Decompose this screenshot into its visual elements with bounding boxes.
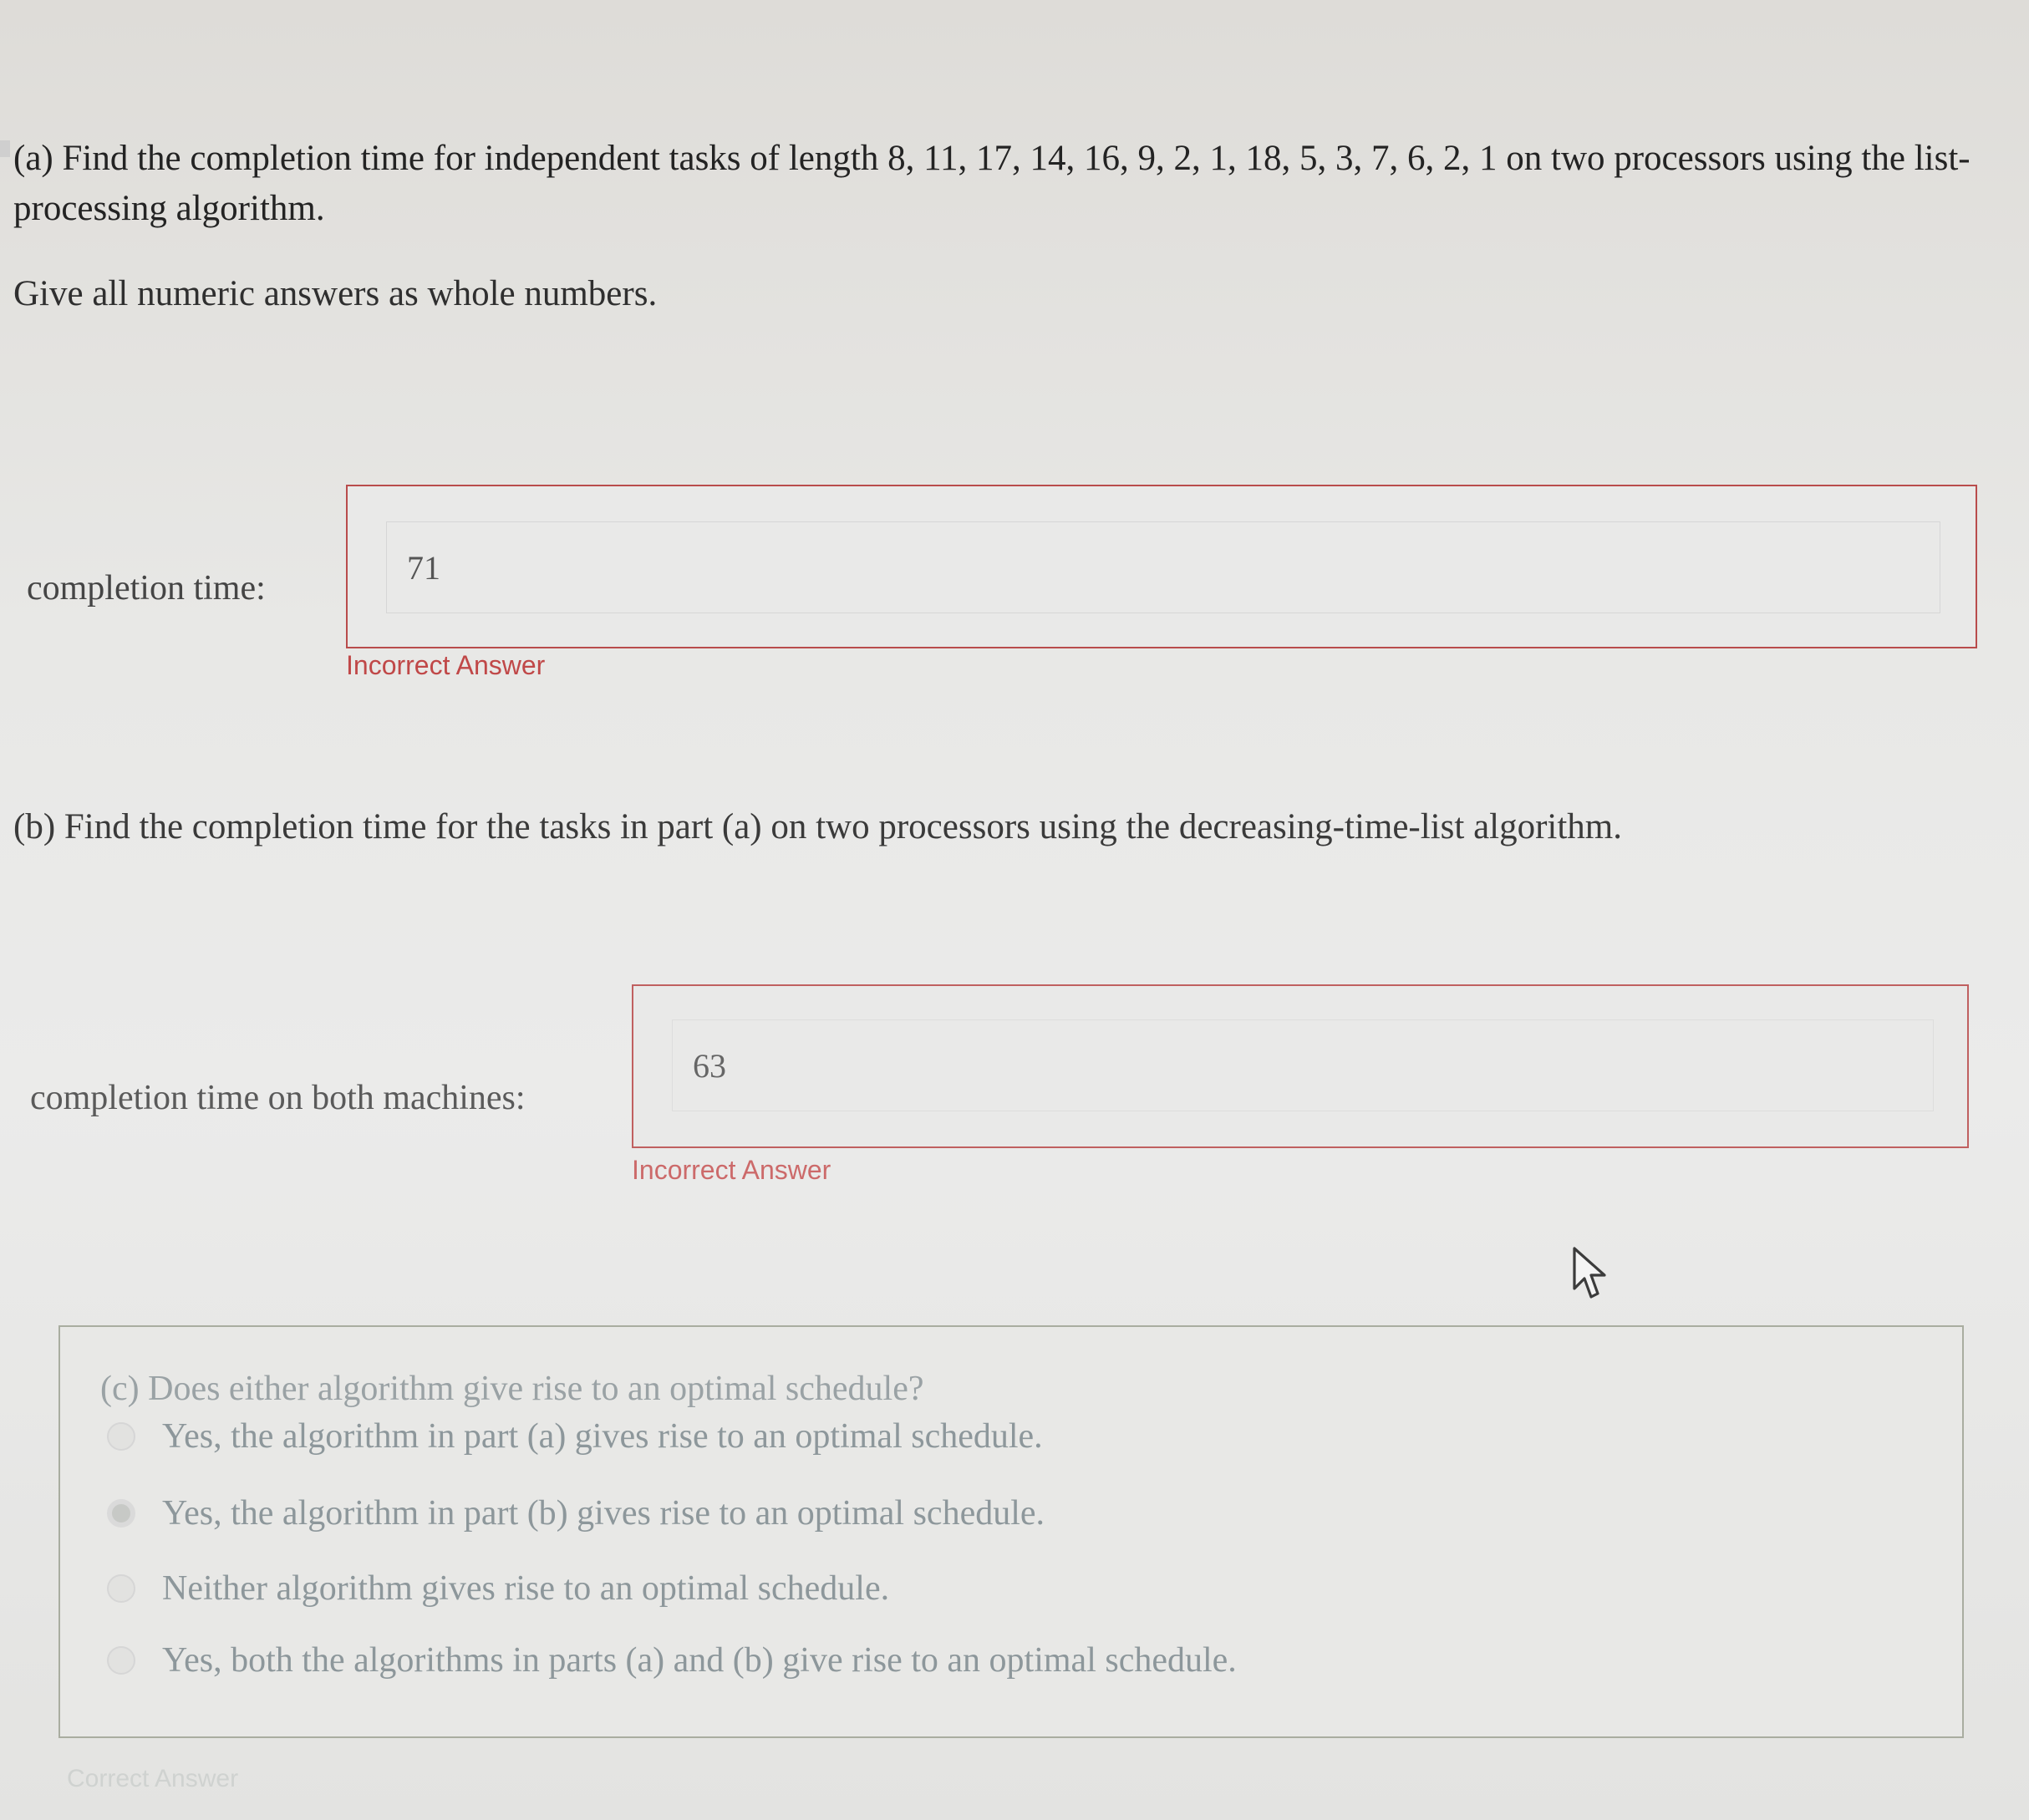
part-b-answer-box xyxy=(632,984,1969,1148)
part-a-answer-box xyxy=(346,485,1977,648)
radio-button[interactable] xyxy=(107,1574,135,1603)
radio-button[interactable] xyxy=(107,1646,135,1675)
radio-button-selected[interactable] xyxy=(107,1499,135,1528)
question-page: (a) Find the completion time for indepen… xyxy=(0,0,2029,1820)
part-c-option-c[interactable]: Neither algorithm gives rise to an optim… xyxy=(107,1559,889,1618)
part-b-answer-label: completion time on both machines: xyxy=(30,1079,526,1117)
part-b-completion-time-input[interactable] xyxy=(672,1019,1934,1111)
part-c-panel: (c) Does either algorithm give rise to a… xyxy=(58,1325,1964,1738)
part-c-option-a[interactable]: Yes, the algorithm in part (a) gives ris… xyxy=(107,1407,1043,1466)
part-a-instruction: Give all numeric answers as whole number… xyxy=(13,274,658,313)
part-c-option-b[interactable]: Yes, the algorithm in part (b) gives ris… xyxy=(107,1484,1045,1543)
question-marker xyxy=(0,140,10,157)
part-a-answer-label: completion time: xyxy=(27,569,266,608)
part-c-option-d[interactable]: Yes, both the algorithms in parts (a) an… xyxy=(107,1631,1237,1690)
part-a-question: (a) Find the completion time for indepen… xyxy=(13,139,1971,228)
radio-button[interactable] xyxy=(107,1422,135,1451)
option-label: Yes, the algorithm in part (b) gives ris… xyxy=(162,1494,1045,1533)
part-b-feedback: Incorrect Answer xyxy=(632,1155,831,1185)
part-c-question: (c) Does either algorithm give rise to a… xyxy=(100,1370,924,1408)
option-label: Yes, both the algorithms in parts (a) an… xyxy=(162,1641,1237,1680)
option-label: Neither algorithm gives rise to an optim… xyxy=(162,1569,890,1608)
part-a-completion-time-input[interactable] xyxy=(386,521,1940,613)
part-a-feedback: Incorrect Answer xyxy=(346,650,546,680)
option-label: Yes, the algorithm in part (a) gives ris… xyxy=(162,1417,1043,1456)
mouse-pointer-icon xyxy=(1573,1247,1606,1299)
part-c-feedback: Correct Answer xyxy=(67,1765,239,1792)
part-b-question: (b) Find the completion time for the tas… xyxy=(13,807,1623,846)
